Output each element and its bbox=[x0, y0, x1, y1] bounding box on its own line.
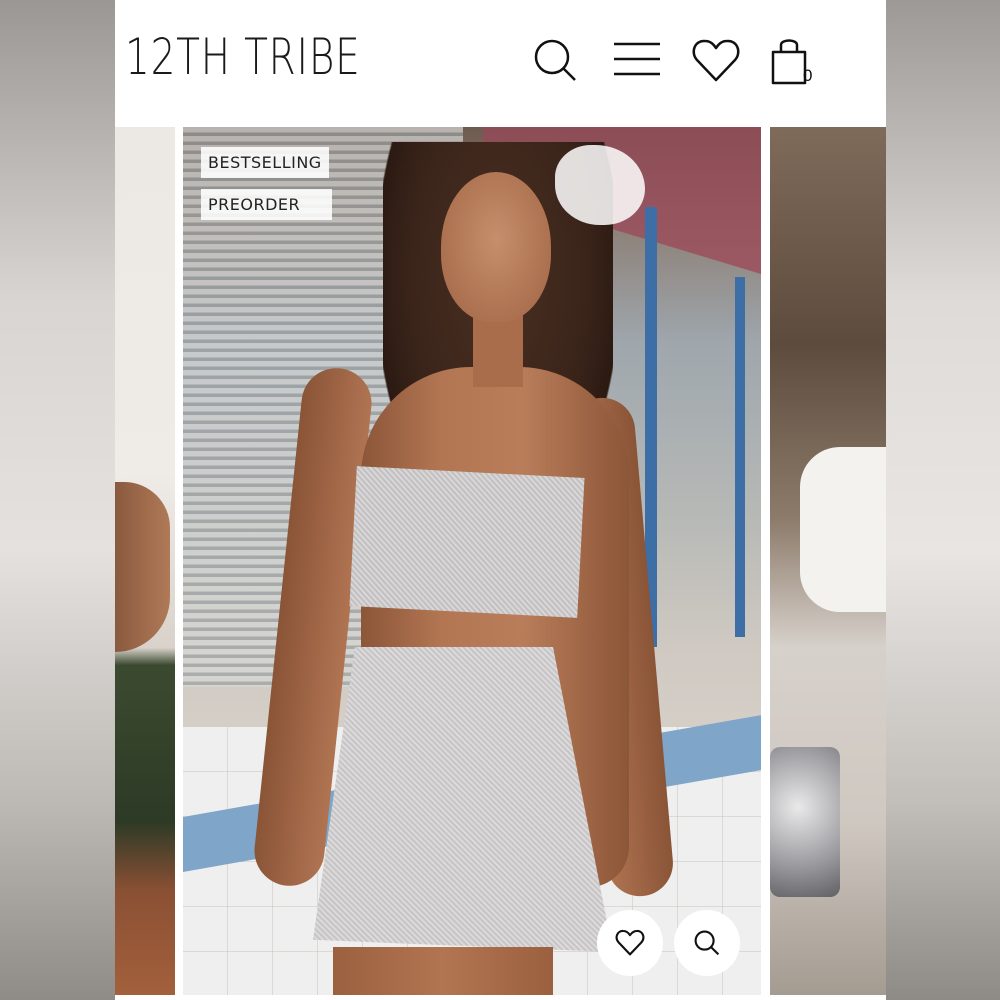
model-face bbox=[441, 172, 551, 322]
site-header: 12TH TRIBE 0 bbox=[115, 0, 886, 127]
wishlist-button[interactable] bbox=[691, 36, 741, 86]
previous-product-image[interactable] bbox=[115, 127, 175, 995]
menu-icon bbox=[614, 42, 660, 76]
search-icon bbox=[534, 39, 576, 81]
model-arm bbox=[115, 482, 170, 652]
sequin-crop-top bbox=[349, 466, 585, 618]
next-product-image[interactable] bbox=[770, 127, 886, 995]
quick-view-button[interactable] bbox=[674, 910, 740, 976]
backdrop-right bbox=[886, 0, 1000, 1000]
product-carousel[interactable]: BESTSELLING PREORDER bbox=[115, 127, 886, 995]
pole bbox=[735, 277, 745, 637]
phone-screen: 12TH TRIBE 0 BESTSELLING PREORDER bbox=[115, 0, 886, 1000]
search-button[interactable] bbox=[531, 36, 581, 86]
brand-logo[interactable]: 12TH TRIBE bbox=[125, 22, 361, 92]
search-icon bbox=[694, 930, 720, 956]
heart-icon bbox=[692, 39, 740, 82]
preorder-badge: PREORDER bbox=[201, 189, 332, 220]
model-legs bbox=[333, 947, 553, 995]
heart-icon bbox=[615, 929, 645, 956]
menu-button[interactable] bbox=[612, 36, 662, 86]
silver-vase bbox=[770, 747, 840, 897]
backdrop-left bbox=[0, 0, 115, 1000]
bestselling-badge: BESTSELLING bbox=[201, 147, 329, 178]
cart-count: 0 bbox=[803, 66, 813, 85]
add-to-wishlist-button[interactable] bbox=[597, 910, 663, 976]
product-image[interactable]: BESTSELLING PREORDER bbox=[183, 127, 761, 995]
white-handbag bbox=[800, 447, 886, 612]
